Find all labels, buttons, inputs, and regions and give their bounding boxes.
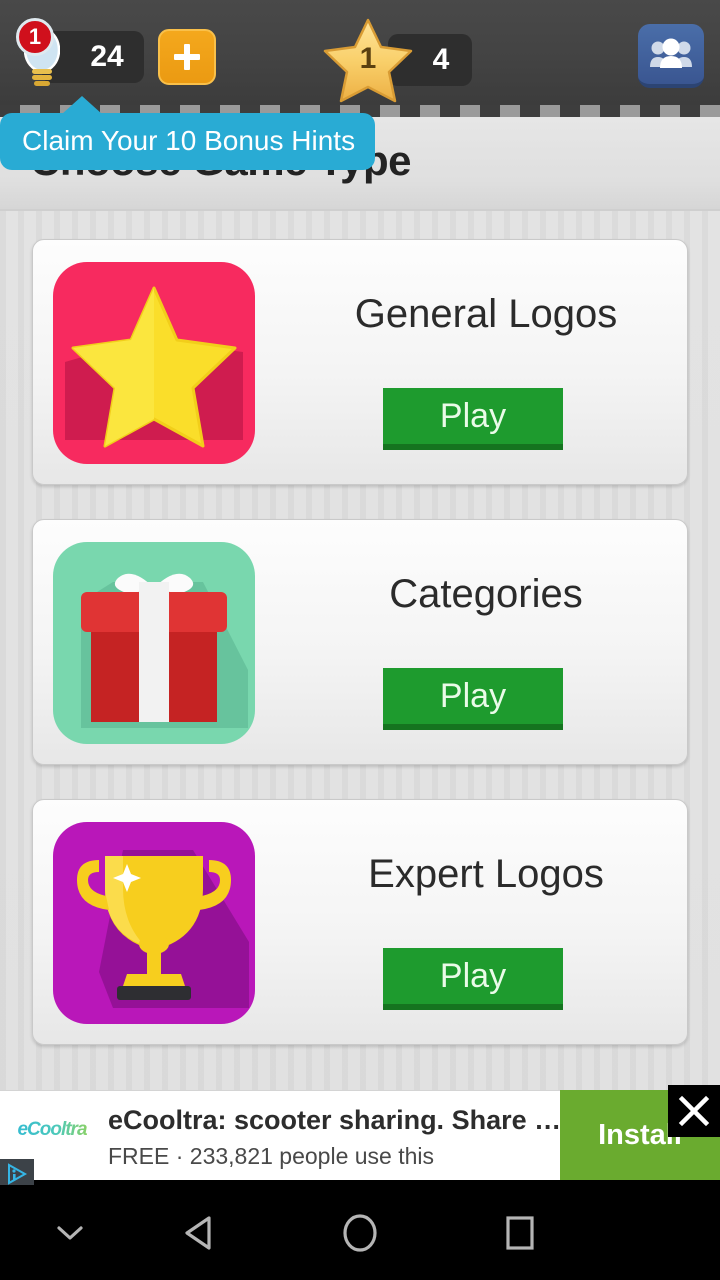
hint-badge: 1 bbox=[16, 18, 54, 56]
game-type-list: General Logos Play Categories Play Exper… bbox=[0, 211, 720, 1090]
play-button[interactable]: Play bbox=[383, 948, 563, 1010]
star-level-label: 1 bbox=[359, 42, 377, 75]
play-button[interactable]: Play bbox=[383, 388, 563, 450]
plus-icon bbox=[174, 44, 200, 70]
home-button[interactable] bbox=[300, 1185, 420, 1280]
hint-bulb-wrapper[interactable]: 1 bbox=[10, 18, 72, 96]
tooltip-label: Claim Your 10 Bonus Hints bbox=[22, 125, 356, 156]
back-triangle-icon bbox=[185, 1215, 211, 1250]
star-coin: 1 bbox=[322, 16, 414, 104]
bonus-hints-tooltip[interactable]: Claim Your 10 Bonus Hints bbox=[0, 96, 376, 170]
back-button[interactable] bbox=[140, 1185, 260, 1280]
ad-title: eCooltra: scooter sharing. Share … bbox=[108, 1105, 562, 1135]
game-card-title: Expert Logos bbox=[368, 852, 604, 896]
ad-subtitle: FREE · 233,821 people use this bbox=[108, 1143, 435, 1169]
hide-icon[interactable] bbox=[10, 1185, 130, 1280]
ad-brand-logo: eCooltra bbox=[6, 1113, 98, 1147]
top-status-bar: 1 24 1 4 bbox=[0, 0, 720, 105]
recents-button[interactable] bbox=[460, 1185, 580, 1280]
star-group[interactable]: 1 4 bbox=[322, 16, 472, 104]
game-card-title: Categories bbox=[389, 572, 583, 616]
star-tile-icon bbox=[53, 262, 255, 464]
recents-square-icon bbox=[506, 1215, 534, 1250]
game-card-expert-logos[interactable]: Expert Logos Play bbox=[32, 799, 688, 1045]
close-icon bbox=[678, 1095, 710, 1127]
android-nav-bar bbox=[0, 1185, 720, 1280]
ad-close-button[interactable] bbox=[668, 1085, 720, 1137]
home-circle-icon bbox=[343, 1213, 377, 1252]
play-button[interactable]: Play bbox=[383, 668, 563, 730]
tooltip-pointer bbox=[62, 96, 102, 114]
game-card-categories[interactable]: Categories Play bbox=[32, 519, 688, 765]
add-hints-button[interactable] bbox=[158, 29, 216, 85]
game-card-general-logos[interactable]: General Logos Play bbox=[32, 239, 688, 485]
friends-button[interactable] bbox=[638, 24, 704, 88]
friends-icon bbox=[650, 38, 692, 68]
game-card-title: General Logos bbox=[354, 292, 618, 336]
trophy-tile-icon bbox=[53, 822, 255, 1024]
chevron-down-icon bbox=[57, 1225, 83, 1240]
hint-group[interactable]: 1 24 bbox=[10, 18, 216, 96]
app-root: 1 24 1 4 Claim Your 10 Bonus Hints Gener… bbox=[0, 0, 720, 1280]
gift-tile-icon bbox=[53, 542, 255, 744]
